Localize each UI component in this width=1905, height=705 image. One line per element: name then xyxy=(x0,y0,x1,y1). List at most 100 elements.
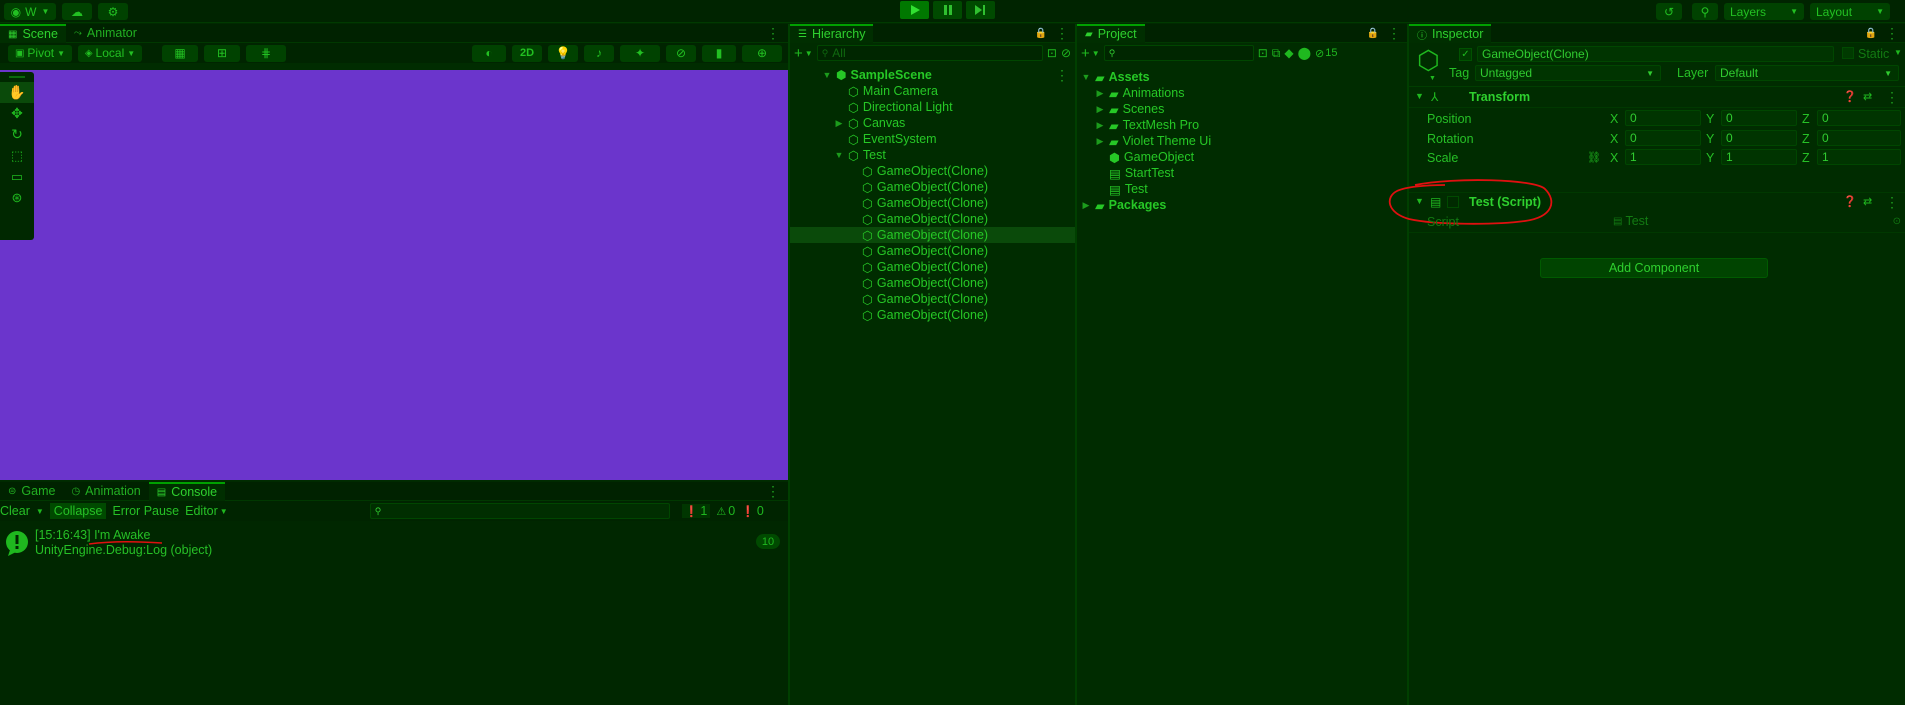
search-by-label-icon[interactable]: ⧉ xyxy=(1272,46,1281,61)
palette-handle[interactable] xyxy=(0,72,34,82)
effects-dropdown[interactable]: ✦ xyxy=(620,44,660,62)
tree-item-folder[interactable]: ▶ ▰ Animations xyxy=(1077,85,1407,101)
tree-item-eventsystem[interactable]: ⬡ EventSystem xyxy=(790,131,1075,147)
account-dropdown[interactable]: ◉ W ▼ xyxy=(4,3,56,20)
lock-icon[interactable]: 🔒 xyxy=(1035,28,1047,39)
more-options-icon[interactable]: ⋮ xyxy=(1885,90,1899,104)
presets-icon[interactable]: ⇄ xyxy=(1863,90,1872,103)
log-entry[interactable]: [15:16:43] I'm Awake UnityEngine.Debug:L… xyxy=(0,525,788,559)
more-options-icon[interactable]: ⋮ xyxy=(1885,195,1899,209)
help-icon[interactable]: ❓ xyxy=(1843,195,1857,208)
tree-item-gameobject-clone[interactable]: ⬡ GameObject(Clone) xyxy=(790,195,1075,211)
scale-x-field[interactable]: 1 xyxy=(1625,149,1701,165)
collapse-toggle[interactable]: Collapse xyxy=(49,503,107,519)
history-button[interactable]: ↺ xyxy=(1656,3,1682,20)
tree-item-folder[interactable]: ▶ ▰ Scenes xyxy=(1077,101,1407,117)
object-name-field[interactable]: GameObject(Clone) xyxy=(1477,46,1834,62)
move-tool-icon[interactable]: ✥ xyxy=(0,103,34,124)
tree-item-gameobject-clone[interactable]: ⬡ GameObject(Clone) xyxy=(790,163,1075,179)
pivot-dropdown[interactable]: ▣ Pivot ▼ xyxy=(8,44,72,62)
hierarchy-search-input[interactable]: ⚲ All xyxy=(816,45,1043,61)
tab-game[interactable]: ⊜ Game xyxy=(0,482,63,501)
tree-item-directional-light[interactable]: ⬡ Directional Light xyxy=(790,99,1075,115)
hidden-packages-toggle[interactable]: ⊘ 15 xyxy=(1315,47,1337,60)
search-by-type-icon[interactable]: ⊡ xyxy=(1258,46,1268,60)
rotation-y-field[interactable]: 0 xyxy=(1721,130,1797,146)
tree-item-main-camera[interactable]: ⬡ Main Camera xyxy=(790,83,1075,99)
tree-item-gameobject-clone[interactable]: ⬡ GameObject(Clone) xyxy=(790,243,1075,259)
editor-dropdown[interactable]: Editor ▼ xyxy=(185,504,228,518)
chevron-down-icon[interactable]: ▼ xyxy=(1429,75,1436,82)
tree-item-test[interactable]: ▼ ⬡ Test xyxy=(790,147,1075,163)
more-options-icon[interactable]: ⋮ xyxy=(766,26,780,40)
tab-project[interactable]: ▰ Project xyxy=(1077,23,1145,43)
tree-item-gameobject-clone[interactable]: ⬡ GameObject(Clone) xyxy=(790,211,1075,227)
chevron-down-icon[interactable]: ▼ xyxy=(1894,48,1902,57)
more-options-icon[interactable]: ⋮ xyxy=(1885,26,1899,40)
presets-icon[interactable]: ⇄ xyxy=(1863,195,1872,208)
local-dropdown[interactable]: ◈ Local ▼ xyxy=(78,44,142,62)
tree-item-gameobject-clone[interactable]: ⬡ GameObject(Clone) xyxy=(790,275,1075,291)
link-icon[interactable]: ⛓ xyxy=(1587,151,1601,164)
scale-tool-icon[interactable]: ⬚ xyxy=(0,145,34,166)
tree-item-gameobject-clone[interactable]: ⬡ GameObject(Clone) xyxy=(790,259,1075,275)
gizmos-dropdown[interactable]: ⊕ xyxy=(742,44,782,62)
info-filter-toggle[interactable]: ❗ 1 xyxy=(681,504,711,518)
lock-icon[interactable]: 🔒 xyxy=(1865,28,1877,39)
tab-animation[interactable]: ◷ Animation xyxy=(63,482,148,501)
position-z-field[interactable]: 0 xyxy=(1817,110,1901,126)
tab-inspector[interactable]: ⓘ Inspector xyxy=(1409,23,1492,43)
more-options-icon[interactable]: ⋮ xyxy=(1055,26,1069,40)
tree-item-file[interactable]: ⬢ GameObject xyxy=(1077,149,1407,165)
tree-item-gameobject-clone[interactable]: ⬡ GameObject(Clone) xyxy=(790,179,1075,195)
create-dropdown[interactable]: + ▼ xyxy=(794,45,813,62)
tree-item-gameobject-clone[interactable]: ⬡ GameObject(Clone) xyxy=(790,291,1075,307)
tree-item-packages[interactable]: ▶ ▰ Packages xyxy=(1077,197,1407,213)
cloud-button[interactable]: ☁ xyxy=(62,3,92,20)
transform-header[interactable]: ▼ ⅄ Transform ❓ ⇄ ⋮ xyxy=(1409,88,1905,108)
transform-tool-icon[interactable]: ⊛ xyxy=(0,187,34,208)
scene-root[interactable]: ▼ ⬢ SampleScene ⋮ xyxy=(790,67,1075,83)
star-icon[interactable]: ⬤ xyxy=(1298,46,1311,60)
lighting-toggle[interactable]: 💡 xyxy=(548,44,578,62)
rect-tool-icon[interactable]: ▭ xyxy=(0,166,34,187)
scale-z-field[interactable]: 1 xyxy=(1817,149,1901,165)
visibility-toggle[interactable]: ⊘ xyxy=(666,44,696,62)
tab-hierarchy[interactable]: ☰ Hierarchy xyxy=(790,23,874,43)
mode-2d-toggle[interactable]: 2D xyxy=(512,44,542,62)
position-x-field[interactable]: 0 xyxy=(1625,110,1701,126)
warning-filter-toggle[interactable]: ⚠ 0 xyxy=(716,504,735,518)
more-options-icon[interactable]: ⋮ xyxy=(1055,68,1069,82)
add-component-button[interactable]: Add Component xyxy=(1540,258,1768,278)
tag-dropdown[interactable]: Untagged ▼ xyxy=(1475,65,1661,81)
tree-item-gameobject-clone[interactable]: ⬡ GameObject(Clone) xyxy=(790,227,1075,243)
console-search-input[interactable]: ⚲ xyxy=(369,503,670,519)
tree-item-file[interactable]: ▤ Test xyxy=(1077,181,1407,197)
error-pause-toggle[interactable]: Error Pause xyxy=(112,504,179,518)
help-icon[interactable]: ❓ xyxy=(1843,90,1857,103)
static-checkbox[interactable] xyxy=(1842,47,1854,59)
rotation-x-field[interactable]: 0 xyxy=(1625,130,1701,146)
tree-item-file[interactable]: ▤ StartTest xyxy=(1077,165,1407,181)
rotate-tool-icon[interactable]: ↻ xyxy=(0,124,34,145)
error-filter-toggle[interactable]: ❗ 0 xyxy=(741,504,764,518)
tree-item-gameobject-clone[interactable]: ⬡ GameObject(Clone) xyxy=(790,307,1075,323)
tab-scene[interactable]: ▦ Scene xyxy=(0,23,66,43)
layout-dropdown[interactable]: Layout ▼ xyxy=(1810,3,1890,20)
lock-icon[interactable]: 🔒 xyxy=(1367,28,1379,39)
position-y-field[interactable]: 0 xyxy=(1721,110,1797,126)
snap-increment-dropdown[interactable]: ⊞ xyxy=(204,44,240,62)
active-checkbox[interactable]: ✓ xyxy=(1459,48,1472,61)
hand-tool-icon[interactable]: ✋ xyxy=(0,82,34,103)
create-asset-dropdown[interactable]: + ▼ xyxy=(1081,45,1100,62)
filter-icon[interactable]: ⊘ xyxy=(1061,46,1071,60)
grid-visibility-dropdown[interactable]: ⋕ xyxy=(246,44,286,62)
scale-y-field[interactable]: 1 xyxy=(1721,149,1797,165)
tab-console[interactable]: ▤ Console xyxy=(148,481,226,501)
tree-item-canvas[interactable]: ▶ ⬡ Canvas xyxy=(790,115,1075,131)
scene-visibility-icon[interactable]: ⊡ xyxy=(1047,46,1057,60)
more-options-icon[interactable]: ⋮ xyxy=(1387,26,1401,40)
audio-toggle[interactable]: ♪ xyxy=(584,44,614,62)
play-button[interactable] xyxy=(900,1,929,19)
tree-item-assets[interactable]: ▼ ▰ Assets xyxy=(1077,69,1407,85)
